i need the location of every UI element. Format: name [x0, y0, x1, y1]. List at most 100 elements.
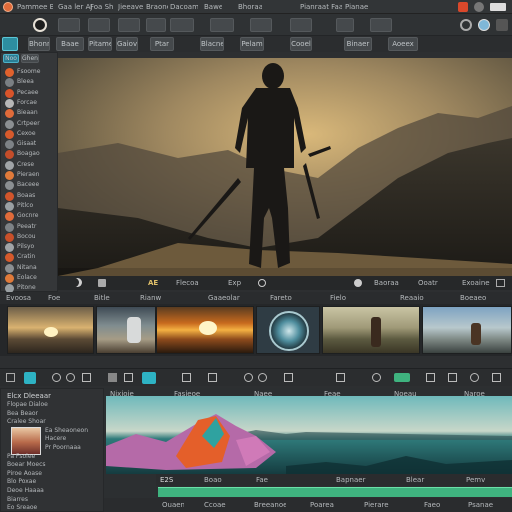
timeline-bottom-label[interactable]: Psanae [468, 500, 494, 510]
tool-icon[interactable] [182, 373, 191, 382]
effect-list-item[interactable]: Flopae Dialoe [7, 401, 99, 409]
toolbar-button[interactable] [250, 18, 272, 32]
tool-icon[interactable] [470, 373, 479, 382]
effect-list-item[interactable]: Cralee Shoar [7, 418, 99, 426]
menu-item[interactable]: Pianraat Faao [300, 2, 342, 12]
track-item[interactable]: Bapnaer [336, 475, 368, 485]
viewer-label-ae[interactable]: AE [148, 278, 162, 288]
tool-button[interactable]: Aoeex [388, 37, 418, 51]
effect-list-item[interactable]: Pa Fsolee [7, 453, 99, 461]
tool-icon[interactable] [208, 373, 217, 382]
record-icon[interactable] [458, 2, 468, 12]
panel-icon[interactable] [496, 19, 508, 31]
refresh-icon[interactable] [460, 19, 472, 31]
toolbar-button[interactable] [290, 18, 312, 32]
timeline-label[interactable]: Rianw [140, 293, 162, 303]
track-item[interactable]: Boao [204, 475, 224, 485]
timeline-label[interactable]: Fareto [270, 293, 294, 303]
effect-list-item[interactable]: Piroe Aoase [7, 470, 99, 478]
menu-item[interactable]: Bhoraa [238, 2, 262, 12]
loop-icon[interactable] [258, 279, 266, 287]
tool-icon[interactable] [52, 373, 61, 382]
tool-button[interactable]: Ptar [150, 37, 174, 51]
menu-item[interactable]: Bawe [204, 2, 222, 12]
effect-list-item[interactable]: Boear Moecs [7, 461, 99, 469]
menu-item[interactable]: Jieeaver [118, 2, 144, 12]
effect-list-item[interactable]: Deoe Haaaa [7, 487, 99, 495]
tool-icon[interactable] [336, 373, 345, 382]
clip-thumbnail[interactable] [156, 306, 254, 354]
effect-list-item[interactable]: Biarres [7, 496, 99, 504]
effect-list-item[interactable]: Eo Sreaoe [7, 504, 99, 512]
tool-button[interactable]: Cooel [290, 37, 312, 51]
tool-icon[interactable] [258, 373, 267, 382]
preview-canvas[interactable] [106, 396, 512, 474]
clip-preview-thumbnail[interactable] [11, 427, 41, 455]
toolbar-button[interactable] [118, 18, 140, 32]
tool-icon[interactable] [284, 373, 293, 382]
panel-tab[interactable]: Noo [3, 54, 19, 63]
timeline-label[interactable]: Fielo [330, 293, 350, 303]
track-item[interactable]: Blear [406, 475, 428, 485]
logo-eye-icon[interactable] [33, 18, 47, 32]
clip-thumbnail[interactable] [422, 306, 512, 354]
timeline-label[interactable]: Reaaio [400, 293, 426, 303]
tool-button[interactable]: Binaer [344, 37, 372, 51]
toolbar-button[interactable] [170, 18, 194, 32]
tool-icon[interactable] [124, 373, 133, 382]
timeline-bottom-label[interactable]: Ccoae [204, 500, 226, 510]
timeline-label[interactable]: Gaaeolar [208, 293, 240, 303]
effect-list-item[interactable]: Blo Poxae [7, 478, 99, 486]
tool-button[interactable]: Bhonne [28, 37, 50, 51]
timeline-label[interactable]: Foe [48, 293, 64, 303]
track-item[interactable]: Pemv [466, 475, 488, 485]
moon-icon[interactable] [70, 278, 79, 287]
viewer-label[interactable]: Ooatr [418, 278, 442, 288]
tool-icon[interactable] [448, 373, 457, 382]
timeline-bottom-label[interactable]: Breeanoe [254, 500, 286, 510]
track-item[interactable]: Fae [256, 475, 272, 485]
toolbar-button[interactable] [58, 18, 80, 32]
tool-icon[interactable] [66, 373, 75, 382]
clip-thumbnail[interactable] [7, 306, 94, 354]
toolbar-button[interactable] [370, 18, 392, 32]
effect-list-item[interactable]: Hacere [45, 435, 101, 443]
clip-thumbnail[interactable] [322, 306, 420, 354]
toolbar-button[interactable] [210, 18, 234, 32]
timeline-bottom-label[interactable]: Pierare [364, 500, 390, 510]
menu-item[interactable]: Pammee Bbaar B [17, 2, 53, 12]
clip-thumbnail[interactable] [256, 306, 320, 354]
settings-icon[interactable] [474, 2, 484, 12]
viewer-label[interactable]: Flecoa [176, 278, 200, 288]
tool-icon[interactable] [82, 373, 91, 382]
play-record-icon[interactable] [354, 279, 362, 287]
effect-list-item[interactable]: Pr Poornaaa [45, 444, 101, 452]
toolbar-button[interactable] [336, 18, 354, 32]
tool-icon[interactable] [492, 373, 501, 382]
grid-icon[interactable] [6, 373, 15, 382]
tool-button[interactable]: Baae [56, 37, 84, 51]
timeline-bottom-label[interactable]: Ouaen [162, 500, 184, 510]
toolbar-button[interactable] [146, 18, 166, 32]
fullscreen-icon[interactable] [496, 279, 505, 287]
clip-thumbnail[interactable] [96, 306, 156, 354]
viewer-label[interactable]: Exoaine [462, 278, 492, 288]
timeline-bottom-label[interactable]: Poarea [310, 500, 334, 510]
menu-item[interactable]: Braone [146, 2, 168, 12]
tool-button-active[interactable] [2, 37, 18, 51]
tool-button[interactable]: Pelam [240, 37, 264, 51]
video-viewer[interactable] [58, 58, 512, 276]
menu-item[interactable]: Pianae [345, 2, 375, 12]
tool-icon[interactable] [426, 373, 435, 382]
cursor-icon[interactable] [24, 372, 36, 384]
tool-button[interactable]: Gaiov [116, 37, 138, 51]
timeline-label[interactable]: Bitle [94, 293, 114, 303]
viewer-label[interactable]: Exp [228, 278, 244, 288]
tool-icon[interactable] [244, 373, 253, 382]
effect-list-item[interactable]: Ea Sheaoneon [45, 427, 101, 435]
tool-button[interactable]: Blacne [200, 37, 224, 51]
effect-list-item[interactable]: Bea Beaor [7, 410, 99, 418]
viewer-label[interactable]: Baoraa [374, 278, 400, 288]
tool-button[interactable]: Pitame [88, 37, 112, 51]
timeline-label[interactable]: Evoosa [6, 293, 34, 303]
